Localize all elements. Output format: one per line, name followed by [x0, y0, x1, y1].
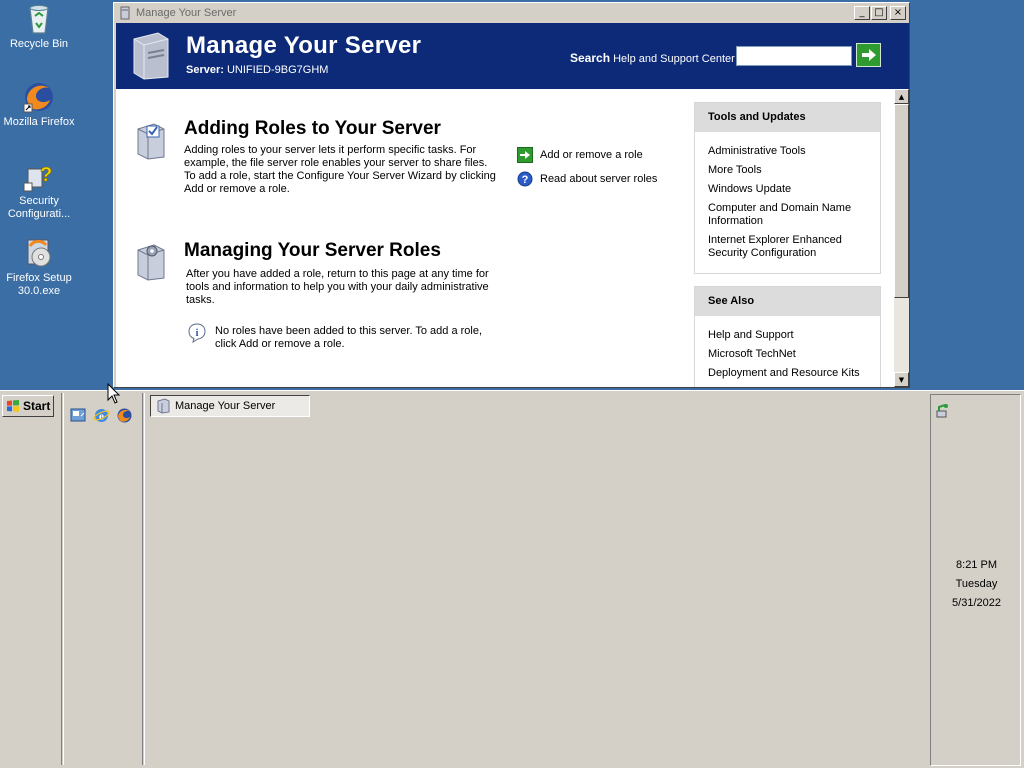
see-also-item-technet[interactable]: Microsoft TechNet	[695, 348, 880, 361]
maximize-button[interactable]: □	[871, 6, 887, 20]
task-button-manage-your-server[interactable]: Manage Your Server	[150, 395, 310, 417]
see-also-panel: See Also Help and Support Microsoft Tech…	[694, 286, 881, 387]
main-content: Adding Roles to Your Server Adding roles…	[116, 89, 894, 387]
firefox-icon[interactable]	[116, 407, 133, 424]
svg-text:?: ?	[522, 174, 529, 186]
server-label: Server:	[186, 64, 224, 76]
scroll-up-button[interactable]: ▲	[894, 89, 909, 104]
desktop-icon-firefox[interactable]: Mozilla Firefox	[1, 80, 77, 129]
firefox-setup-icon	[22, 236, 56, 270]
search-go-button[interactable]	[856, 43, 881, 67]
clock[interactable]: 8:21 PM Tuesday 5/31/2022	[931, 556, 1022, 613]
tools-item-more-tools[interactable]: More Tools	[695, 164, 880, 177]
vertical-scrollbar[interactable]: ▲ ▼	[894, 89, 909, 387]
managing-roles-description: After you have added a role, return to t…	[186, 268, 489, 306]
scroll-down-button[interactable]: ▼	[894, 372, 909, 387]
managing-roles-title: Managing Your Server Roles	[184, 240, 441, 261]
desktop-icon-label: Security Configurati...	[7, 195, 71, 220]
search-label-bold: Search	[570, 51, 611, 65]
desktop-icon-label: Mozilla Firefox	[3, 116, 75, 128]
panel-header: Tools and Updates	[695, 103, 880, 132]
clock-time: 8:21 PM	[956, 559, 997, 571]
desktop-icon-security-config[interactable]: ? Security Configurati...	[1, 159, 77, 221]
tools-item-ie-esc[interactable]: Internet Explorer Enhanced Security Conf…	[695, 234, 880, 260]
tools-and-updates-panel: Tools and Updates Administrative Tools M…	[694, 102, 881, 274]
no-roles-info-text: No roles have been added to this server.…	[215, 325, 483, 350]
server-name: UNIFIED-9BG7GHM	[226, 64, 329, 76]
firefox-icon	[22, 80, 56, 114]
manage-your-server-window: Manage Your Server _ □ × Manage Your Ser…	[113, 2, 910, 388]
windows-flag-icon	[6, 399, 20, 413]
add-role-icon	[134, 121, 168, 161]
taskbar: Start e Manage Your Server 8:21 PM Tuesd…	[0, 390, 1024, 768]
taskbar-separator	[142, 393, 145, 765]
tools-item-windows-update[interactable]: Windows Update	[695, 183, 880, 196]
start-button[interactable]: Start	[2, 395, 54, 417]
svg-text:i: i	[196, 328, 199, 339]
search-label-rest: Help and Support Center	[613, 53, 735, 65]
mouse-cursor-icon	[107, 382, 121, 405]
minimize-button[interactable]: _	[854, 6, 870, 20]
system-tray: 8:21 PM Tuesday 5/31/2022	[930, 394, 1021, 766]
search-input[interactable]	[736, 46, 852, 66]
green-arrow-icon	[517, 147, 533, 163]
read-about-roles-link[interactable]: ? Read about server roles	[517, 171, 657, 187]
tools-item-computer-domain-name[interactable]: Computer and Domain Name Information	[695, 202, 880, 228]
banner-title: Manage Your Server	[186, 32, 422, 59]
window-title: Manage Your Server	[136, 7, 237, 19]
show-desktop-icon[interactable]	[70, 407, 87, 424]
security-config-icon: ?	[22, 159, 56, 193]
task-button-label: Manage Your Server	[175, 400, 276, 412]
network-tray-icon[interactable]	[935, 403, 951, 419]
header-banner: Manage Your Server Server: UNIFIED-9BG7G…	[116, 23, 909, 89]
green-arrow-icon	[861, 49, 876, 61]
panel-header: See Also	[695, 287, 880, 316]
add-remove-role-link[interactable]: Add or remove a role	[517, 147, 643, 163]
svg-text:?: ?	[40, 164, 52, 186]
server-tower-icon	[128, 31, 174, 81]
clock-date: 5/31/2022	[952, 597, 1001, 609]
scroll-thumb[interactable]	[894, 104, 909, 298]
recycle-bin-icon	[22, 2, 56, 36]
start-label: Start	[23, 399, 51, 413]
info-icon: i	[188, 323, 206, 344]
manage-roles-icon	[134, 242, 168, 282]
server-name-line: Server: UNIFIED-9BG7GHM	[186, 64, 328, 76]
title-bar[interactable]: Manage Your Server _ □ ×	[115, 4, 908, 22]
server-icon	[118, 6, 132, 20]
adding-roles-title: Adding Roles to Your Server	[184, 118, 441, 139]
close-button[interactable]: ×	[890, 6, 906, 20]
search-label: Search Help and Support Center	[570, 51, 735, 65]
internet-explorer-icon[interactable]: e	[93, 407, 110, 424]
tools-item-administrative-tools[interactable]: Administrative Tools	[695, 145, 880, 158]
link-label: Add or remove a role	[540, 149, 643, 161]
desktop-icon-label: Recycle Bin	[9, 38, 69, 50]
desktop-icon-label: Firefox Setup 30.0.exe	[6, 272, 72, 297]
taskbar-separator	[61, 393, 64, 765]
link-label: Read about server roles	[540, 173, 658, 185]
see-also-item-deployment-kits[interactable]: Deployment and Resource Kits	[695, 367, 880, 380]
see-also-item-help-and-support[interactable]: Help and Support	[695, 329, 880, 342]
server-icon	[155, 398, 171, 414]
adding-roles-description: Adding roles to your server lets it perf…	[184, 144, 496, 195]
help-question-icon: ?	[517, 171, 533, 187]
clock-day: Tuesday	[955, 578, 998, 590]
desktop-icon-firefox-setup[interactable]: Firefox Setup 30.0.exe	[1, 236, 77, 298]
desktop-icon-recycle-bin[interactable]: Recycle Bin	[1, 2, 77, 51]
